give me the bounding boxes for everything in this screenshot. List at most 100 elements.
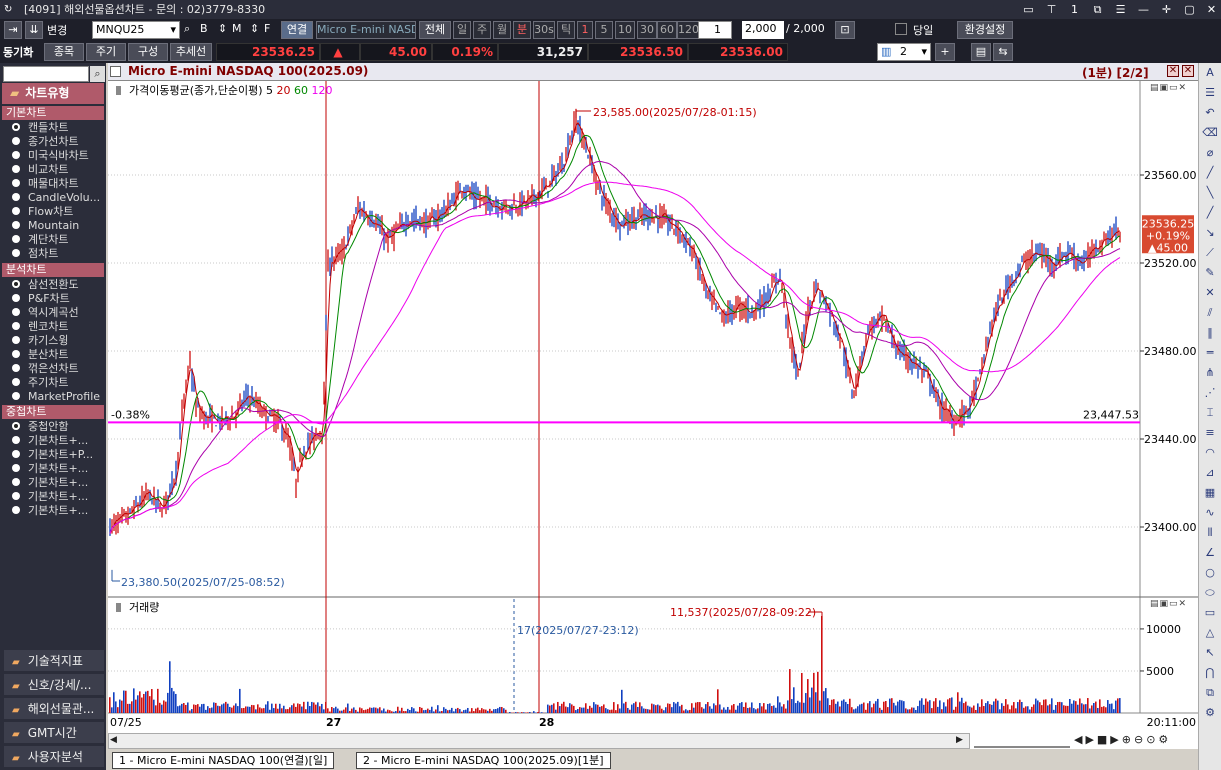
angle-icon[interactable]: ∠ xyxy=(1202,545,1218,561)
interval-input[interactable]: 1 xyxy=(698,21,732,39)
period-tick[interactable]: 틱 xyxy=(557,21,575,39)
b-button[interactable]: B xyxy=(200,22,208,35)
arc-icon[interactable]: ◠ xyxy=(1202,445,1218,461)
ellipse-icon[interactable]: ⬭ xyxy=(1202,585,1218,601)
trend-icon[interactable]: ╱ xyxy=(1202,205,1218,221)
pane-buttons-volume[interactable]: ▤▣▭✕ xyxy=(1150,599,1187,609)
left-button[interactable]: ▰ 신호/강세/... xyxy=(4,674,104,696)
left-item[interactable]: 종가선차트 xyxy=(12,135,79,149)
left-search-icon[interactable]: ⌕ xyxy=(90,66,105,82)
left-item[interactable]: CandleVolu... xyxy=(12,191,100,205)
pencil-icon[interactable]: ✎ xyxy=(1202,265,1218,281)
cross-icon[interactable]: ✕ xyxy=(1202,285,1218,301)
ray-icon[interactable]: ╲ xyxy=(1202,185,1218,201)
symbol-name-field[interactable]: Micro E-mini NASDAQ 100(2025.09) xyxy=(316,21,416,39)
radio-icon[interactable] xyxy=(12,193,20,201)
vertical-line-icon[interactable]: ‖ xyxy=(1202,325,1218,341)
radio-icon[interactable] xyxy=(12,350,20,358)
scroll-right-icon[interactable]: ▶ xyxy=(956,735,963,745)
left-item[interactable]: 기본차트+... xyxy=(12,490,88,504)
spin-icon-2[interactable]: ⇕ xyxy=(250,22,259,35)
link-button[interactable]: 연결 xyxy=(281,21,313,39)
symbol-select[interactable]: MNQU25 ▾ xyxy=(92,21,180,39)
radio-icon[interactable] xyxy=(12,308,20,316)
interval-10[interactable]: 10 xyxy=(615,21,635,39)
left-item[interactable]: 분산차트 xyxy=(12,348,68,362)
item-button[interactable]: 종목 xyxy=(44,43,84,61)
left-item[interactable]: 기본차트+... xyxy=(12,504,88,518)
expand-icon[interactable]: ⇥ xyxy=(4,21,22,39)
left-item[interactable]: 매물대차트 xyxy=(12,177,79,191)
time-zone-icon[interactable]: ⦀ xyxy=(1202,525,1218,541)
radio-icon[interactable] xyxy=(12,436,20,444)
interval-30[interactable]: 30 xyxy=(637,21,657,39)
radio-icon[interactable] xyxy=(12,137,20,145)
radio-icon[interactable] xyxy=(12,492,20,500)
left-item[interactable]: 기본차트+... xyxy=(12,434,88,448)
radio-icon[interactable] xyxy=(12,336,20,344)
list-icon[interactable]: ☰ xyxy=(1202,85,1218,101)
zoom-slider[interactable] xyxy=(974,734,1070,748)
radio-icon[interactable] xyxy=(12,151,20,159)
interval-120[interactable]: 120 xyxy=(677,21,699,39)
copy-icon[interactable]: ⧉ xyxy=(1202,685,1218,701)
stay-on-top-icon[interactable]: ⊤ xyxy=(1045,3,1058,16)
period-minute[interactable]: 분 xyxy=(513,21,531,39)
fan-icon[interactable]: ⋰ xyxy=(1202,385,1218,401)
period-month[interactable]: 월 xyxy=(493,21,511,39)
radio-icon[interactable] xyxy=(12,207,20,215)
radio-icon[interactable] xyxy=(12,506,20,514)
radio-icon[interactable] xyxy=(12,322,20,330)
channel-icon[interactable]: ⫽ xyxy=(1202,305,1218,321)
spin-icon[interactable]: ⇕ xyxy=(218,22,227,35)
sync-label[interactable]: 동기화 xyxy=(3,44,33,60)
m-button[interactable]: M xyxy=(232,22,242,35)
data-count-input[interactable]: 2,000 xyxy=(742,21,784,39)
export-icon[interactable]: ⇆ xyxy=(993,43,1013,61)
today-checkbox[interactable] xyxy=(895,23,907,35)
all-button[interactable]: 전체 xyxy=(419,21,451,39)
left-item[interactable]: 비교차트 xyxy=(12,163,68,177)
radio-icon[interactable] xyxy=(12,392,20,400)
add-page-icon[interactable]: + xyxy=(935,43,955,61)
left-item[interactable]: 점차트 xyxy=(12,247,58,261)
grid-icon[interactable]: ▦ xyxy=(1202,485,1218,501)
interval-1[interactable]: 1 xyxy=(577,21,593,39)
zoom-fit-icon[interactable]: ⊡ xyxy=(835,21,855,39)
chart-svg[interactable]: 23560.00 23520.00 23480.00 23440.00 23400.00… xyxy=(108,63,1198,749)
left-item[interactable]: 기본차트+... xyxy=(12,462,88,476)
left-item[interactable]: 카기스윙 xyxy=(12,334,68,348)
change-label[interactable]: 변경 xyxy=(47,22,67,38)
chart-type-header[interactable]: ▰ 차트유형 xyxy=(2,83,104,104)
chart-window-close-icon[interactable]: ✕ xyxy=(1167,65,1179,77)
left-section-header[interactable]: 분석차트 xyxy=(2,263,104,277)
radio-icon[interactable] xyxy=(12,294,20,302)
left-item[interactable]: MarketProfile xyxy=(12,390,100,404)
number-one-icon[interactable]: 1 xyxy=(1068,3,1081,16)
left-section-header[interactable]: 기본차트 xyxy=(2,106,104,120)
radio-icon[interactable] xyxy=(12,464,20,472)
compose-button[interactable]: 구성 xyxy=(128,43,168,61)
left-item[interactable]: Mountain xyxy=(12,219,79,233)
left-item[interactable]: 기본차트+P... xyxy=(12,448,93,462)
radio-icon[interactable] xyxy=(12,364,20,372)
left-button[interactable]: ▰ 사용자분석 xyxy=(4,746,104,768)
pane-buttons-price[interactable]: ▤▣▭✕ xyxy=(1150,83,1187,93)
magnet-icon[interactable]: ⋂ xyxy=(1202,665,1218,681)
rect-icon[interactable]: ▭ xyxy=(1202,605,1218,621)
left-item[interactable]: Flow차트 xyxy=(12,205,73,219)
search-icon[interactable]: ⌕ xyxy=(184,22,190,36)
radio-icon[interactable] xyxy=(12,422,20,430)
interval-60[interactable]: 60 xyxy=(657,21,677,39)
settings-icon[interactable]: ⚙ xyxy=(1202,705,1218,721)
left-button[interactable]: ▰ 기술적지표 xyxy=(4,650,104,672)
period-30s[interactable]: 30s xyxy=(533,21,555,39)
arrow-line-icon[interactable]: ↘ xyxy=(1202,225,1218,241)
chart-window-x-icon[interactable]: ✕ xyxy=(1182,65,1194,77)
radio-icon[interactable] xyxy=(12,235,20,243)
pin-icon[interactable]: ▭ xyxy=(1022,3,1035,16)
left-item[interactable]: 주기차트 xyxy=(12,376,68,390)
fibo-icon[interactable]: ≡ xyxy=(1202,425,1218,441)
left-item[interactable]: 캔들차트 xyxy=(12,121,68,135)
radio-icon[interactable] xyxy=(12,378,20,386)
